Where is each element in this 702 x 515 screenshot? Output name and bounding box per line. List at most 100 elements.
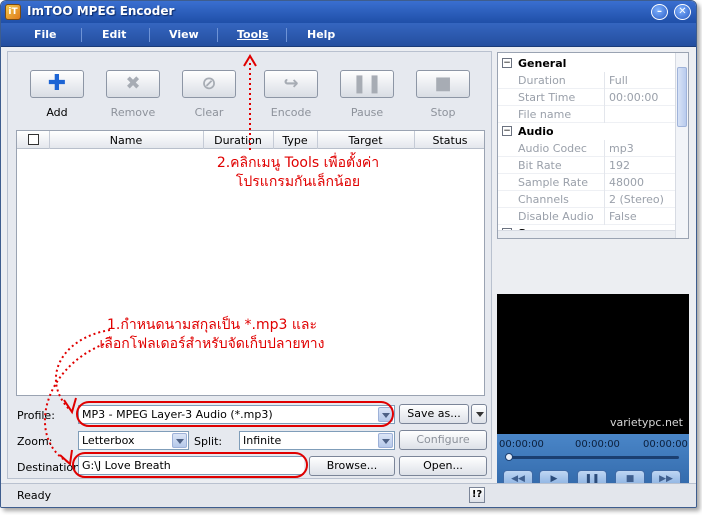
property-key: Duration <box>518 74 566 87</box>
property-value: Full <box>609 74 628 87</box>
property-divider <box>604 191 605 208</box>
profile-highlight-ellipse <box>76 401 394 427</box>
menu-view[interactable]: View <box>169 28 199 41</box>
remove-button[interactable]: ✖ <box>106 70 160 98</box>
zoom-value: Letterbox <box>82 434 135 447</box>
column-type[interactable]: Type <box>273 134 317 147</box>
status-text: Ready <box>17 489 52 502</box>
property-divider <box>604 140 605 157</box>
property-key: Sample Rate <box>518 176 588 189</box>
seek-bar[interactable] <box>507 456 679 459</box>
collapse-icon[interactable]: − <box>502 126 512 136</box>
pause-icon: ❚❚ <box>351 73 383 94</box>
column-duration[interactable]: Duration <box>203 134 273 147</box>
watermark-text: varietypc.net <box>610 416 683 429</box>
save-as-button[interactable]: Save as... <box>399 404 469 424</box>
encode-button[interactable]: ↪ <box>264 70 318 98</box>
time-current: 00:00:00 <box>575 439 620 450</box>
property-value: 00:00:00 <box>609 91 659 104</box>
title-bar[interactable]: iT ImTOO MPEG Encoder – ✕ <box>1 1 696 23</box>
stop-label: Stop <box>430 106 456 119</box>
chevron-down-icon[interactable] <box>172 433 187 448</box>
horizontal-scrollbar[interactable] <box>498 230 676 238</box>
zoom-select[interactable]: Letterbox <box>78 431 189 450</box>
clear-button[interactable]: ⊘ <box>182 70 236 98</box>
list-header: Name Duration Type Target Status <box>17 131 484 149</box>
app-window: iT ImTOO MPEG Encoder – ✕ File Edit View… <box>0 0 697 508</box>
menu-separator <box>217 28 218 42</box>
profile-label: Profile: <box>17 409 55 422</box>
stop-button[interactable]: ■ <box>416 70 470 98</box>
pause-button[interactable]: ❚❚ <box>340 70 394 98</box>
property-row[interactable]: Disable Audio False <box>498 208 676 225</box>
split-label: Split: <box>194 435 223 448</box>
section-title: Audio <box>518 125 554 138</box>
open-button[interactable]: Open... <box>399 456 487 476</box>
property-value: False <box>609 210 637 223</box>
encode-label: Encode <box>270 106 312 119</box>
menu-help[interactable]: Help <box>307 28 335 41</box>
property-value: 192 <box>609 159 630 172</box>
column-status[interactable]: Status <box>414 134 486 147</box>
close-button[interactable]: ✕ <box>674 4 691 20</box>
clear-label: Clear <box>194 106 224 119</box>
preview-area: varietypc.net <box>497 294 689 434</box>
section-general[interactable]: − General <box>498 55 676 72</box>
destination-highlight-ellipse <box>72 452 308 478</box>
section-audio[interactable]: − Audio <box>498 123 676 140</box>
property-divider <box>604 72 605 89</box>
menu-edit[interactable]: Edit <box>102 28 126 41</box>
menu-bar: File Edit View Tools Help <box>1 23 696 47</box>
section-title: General <box>518 57 567 70</box>
column-target[interactable]: Target <box>317 134 414 147</box>
property-row[interactable]: Duration Full <box>498 72 676 89</box>
menu-tools[interactable]: Tools <box>237 28 268 41</box>
property-row[interactable]: Start Time 00:00:00 <box>498 89 676 106</box>
split-value: Infinite <box>243 434 282 447</box>
status-bar: Ready !? <box>1 483 696 507</box>
properties-panel[interactable]: − General Duration Full Start Time 00:00:0… <box>497 52 689 239</box>
x-icon: ✖ <box>125 73 141 94</box>
property-row[interactable]: File name <box>498 106 676 123</box>
property-key: Bit Rate <box>518 159 562 172</box>
property-key: Start Time <box>518 91 576 104</box>
minimize-button[interactable]: – <box>651 4 668 20</box>
no-entry-icon: ⊘ <box>201 73 217 94</box>
menu-file[interactable]: File <box>34 28 57 41</box>
property-row[interactable]: Sample Rate 48000 <box>498 174 676 191</box>
help-button[interactable]: !? <box>469 487 485 503</box>
vertical-scrollbar[interactable] <box>675 53 688 238</box>
zoom-label: Zoom: <box>17 435 53 448</box>
remove-label: Remove <box>110 106 156 119</box>
split-select[interactable]: Infinite <box>239 431 395 450</box>
add-button[interactable]: ✚ <box>30 70 84 98</box>
time-end: 00:00:00 <box>643 439 688 450</box>
pause-label: Pause <box>350 106 384 119</box>
property-divider <box>604 89 605 106</box>
select-all-checkbox[interactable] <box>28 134 39 145</box>
property-row[interactable]: Bit Rate 192 <box>498 157 676 174</box>
arrow-icon: ↪ <box>283 73 299 94</box>
app-logo-icon: iT <box>5 4 21 20</box>
property-value: 48000 <box>609 176 644 189</box>
plus-icon: ✚ <box>47 71 67 96</box>
browse-button[interactable]: Browse... <box>309 456 395 476</box>
property-key: File name <box>518 108 572 121</box>
configure-button[interactable]: Configure <box>399 430 487 450</box>
stop-icon: ■ <box>434 73 452 94</box>
add-label: Add <box>46 106 68 119</box>
property-row[interactable]: Channels 2 (Stereo) <box>498 191 676 208</box>
profile-menu-button[interactable] <box>471 404 487 424</box>
tools-callout: 2.คลิกเมนู Tools เพื่อตั้งค่าโปรแกรมกันเ… <box>216 155 380 190</box>
scroll-thumb[interactable] <box>677 67 687 127</box>
menu-separator <box>149 28 150 42</box>
menu-separator <box>286 28 287 42</box>
property-divider <box>604 106 605 123</box>
collapse-icon[interactable]: − <box>502 58 512 68</box>
seek-handle[interactable] <box>505 453 513 461</box>
chevron-down-icon[interactable] <box>378 433 393 448</box>
column-name[interactable]: Name <box>49 134 203 147</box>
property-divider <box>604 208 605 225</box>
property-value: mp3 <box>609 142 634 155</box>
property-row[interactable]: Audio Codec mp3 <box>498 140 676 157</box>
